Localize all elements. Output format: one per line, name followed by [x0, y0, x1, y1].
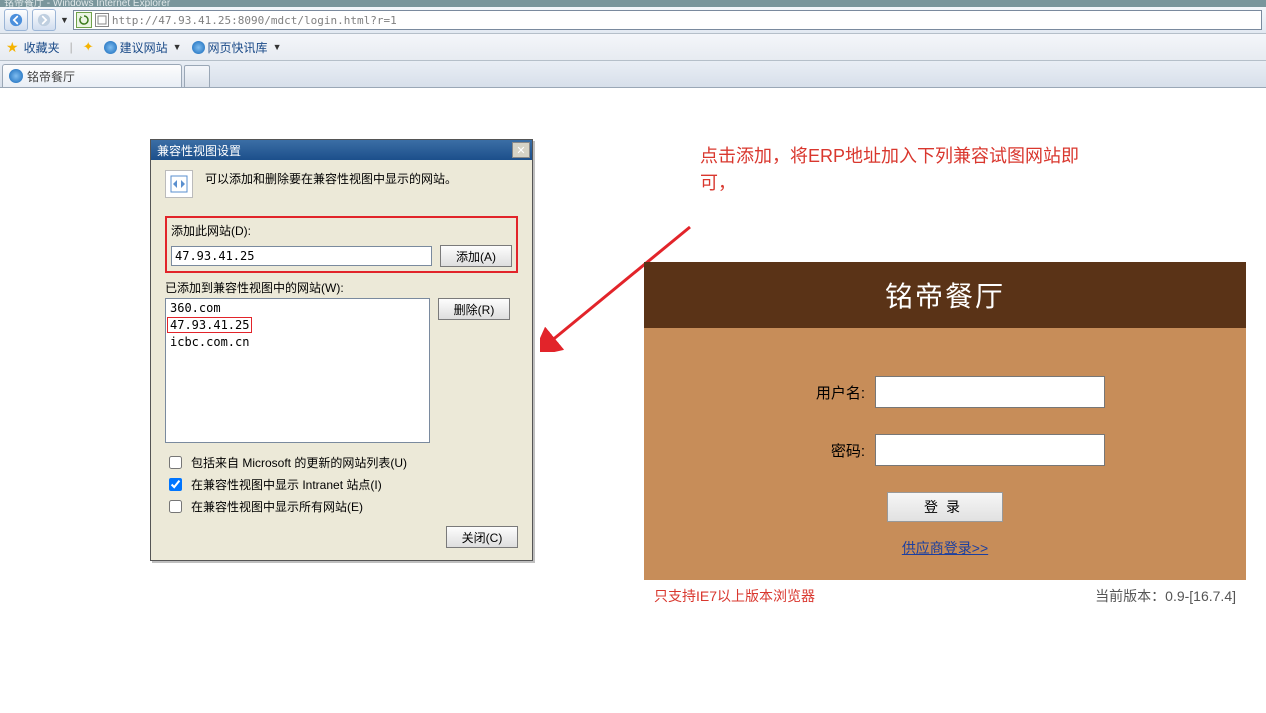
- add-button[interactable]: 添加(A): [440, 245, 512, 267]
- url-text[interactable]: http://47.93.41.25:8090/mdct/login.html?…: [112, 14, 1259, 27]
- new-tab-button[interactable]: [184, 65, 210, 87]
- nav-dropdown-icon[interactable]: ▼: [60, 15, 69, 25]
- login-button[interactable]: 登录: [887, 492, 1003, 522]
- site-list-label: 已添加到兼容性视图中的网站(W):: [165, 279, 518, 296]
- ie-icon: [9, 69, 23, 83]
- chevron-down-icon: ▼: [273, 42, 282, 52]
- close-button[interactable]: 关闭(C): [446, 526, 518, 548]
- username-label: 用户名:: [785, 382, 865, 403]
- fav-item-label: 网页快讯库: [208, 39, 268, 56]
- add-site-label: 添加此网站(D):: [171, 222, 512, 239]
- site-listbox[interactable]: 360.com 47.93.41.25 icbc.com.cn: [165, 298, 430, 443]
- list-item[interactable]: 360.com: [167, 300, 428, 316]
- dialog-intro-text: 可以添加和删除要在兼容性视图中显示的网站。: [205, 170, 457, 187]
- fav-item-label: 建议网站: [120, 39, 168, 56]
- fav-item-suggested[interactable]: 建议网站 ▼: [104, 39, 182, 56]
- tab-label: 铭帝餐厅: [27, 68, 75, 85]
- dialog-close-button[interactable]: ✕: [512, 142, 530, 158]
- list-item-highlighted[interactable]: 47.93.41.25: [167, 317, 252, 333]
- checkbox-input[interactable]: [169, 500, 182, 513]
- back-button[interactable]: [4, 9, 28, 31]
- login-title: 铭帝餐厅: [644, 262, 1246, 328]
- tab-strip: 铭帝餐厅: [0, 61, 1266, 88]
- fav-item-feeds[interactable]: 网页快讯库 ▼: [192, 39, 282, 56]
- add-fav-icon: ✦: [83, 39, 94, 55]
- dialog-title: 兼容性视图设置: [157, 142, 241, 159]
- username-input[interactable]: [875, 376, 1105, 408]
- page-content: 兼容性视图设置 ✕ 可以添加和删除要在兼容性视图中显示的网站。 添加此网站(D)…: [0, 88, 1266, 713]
- address-bar[interactable]: http://47.93.41.25:8090/mdct/login.html?…: [73, 10, 1262, 30]
- login-panel: 铭帝餐厅 用户名: 密码: 登录 供应商登录>> 只支持IE7以上版本浏览器 当…: [644, 262, 1246, 606]
- refresh-compat-icon[interactable]: [76, 12, 92, 28]
- password-label: 密码:: [785, 440, 865, 461]
- add-site-input[interactable]: [171, 246, 432, 266]
- compat-icon: [165, 170, 193, 198]
- dialog-titlebar: 兼容性视图设置 ✕: [151, 140, 532, 160]
- version-text: 当前版本：0.9-[16.7.4]: [1095, 586, 1236, 606]
- window-title: 铭帝餐厅 - Windows Internet Explorer: [0, 0, 1266, 7]
- favorites-button[interactable]: ★ 收藏夹: [6, 39, 60, 56]
- star-icon: ★: [6, 39, 19, 56]
- favorites-bar: ★ 收藏夹 | ✦ 建议网站 ▼ 网页快讯库 ▼: [0, 34, 1266, 61]
- checkbox-input[interactable]: [169, 478, 182, 491]
- checkbox-input[interactable]: [169, 456, 182, 469]
- password-input[interactable]: [875, 434, 1105, 466]
- checkbox-intranet[interactable]: 在兼容性视图中显示 Intranet 站点(I): [165, 475, 518, 494]
- checkbox-label: 在兼容性视图中显示所有网站(E): [191, 498, 363, 515]
- ie-icon: [192, 41, 205, 54]
- close-icon: ✕: [516, 144, 525, 157]
- checkbox-label: 在兼容性视图中显示 Intranet 站点(I): [191, 476, 382, 493]
- page-icon: [95, 13, 109, 27]
- remove-button[interactable]: 删除(R): [438, 298, 510, 320]
- browser-warning: 只支持IE7以上版本浏览器: [654, 586, 815, 606]
- add-site-highlight: 添加此网站(D): 添加(A): [165, 216, 518, 273]
- chevron-down-icon: ▼: [173, 42, 182, 52]
- checkbox-all-sites[interactable]: 在兼容性视图中显示所有网站(E): [165, 497, 518, 516]
- tab-active[interactable]: 铭帝餐厅: [2, 64, 182, 87]
- annotation-text: 点击添加，将ERP地址加入下列兼容试图网站即可，: [700, 143, 1100, 197]
- ie-icon: [104, 41, 117, 54]
- checkbox-label: 包括来自 Microsoft 的更新的网站列表(U): [191, 454, 407, 471]
- list-item[interactable]: icbc.com.cn: [167, 334, 428, 350]
- nav-toolbar: ▼ http://47.93.41.25:8090/mdct/login.htm…: [0, 7, 1266, 34]
- fav-item-add[interactable]: ✦: [83, 39, 94, 55]
- favorites-label: 收藏夹: [24, 39, 60, 56]
- supplier-login-link[interactable]: 供应商登录>>: [902, 538, 988, 558]
- compat-view-dialog: 兼容性视图设置 ✕ 可以添加和删除要在兼容性视图中显示的网站。 添加此网站(D)…: [150, 139, 533, 561]
- checkbox-ms-list[interactable]: 包括来自 Microsoft 的更新的网站列表(U): [165, 453, 518, 472]
- forward-button[interactable]: [32, 9, 56, 31]
